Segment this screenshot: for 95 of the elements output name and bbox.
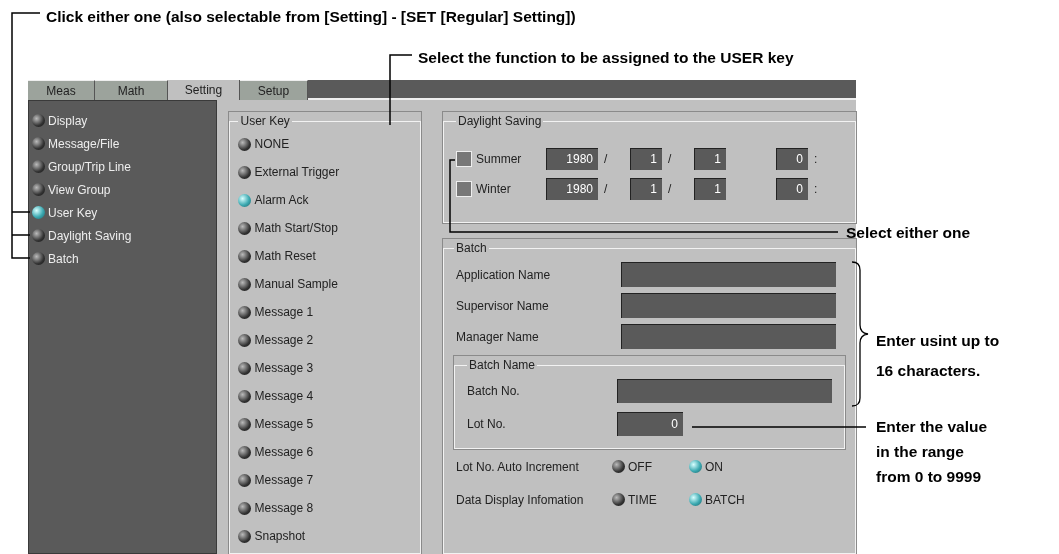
option-label[interactable]: Message 4 <box>254 387 314 405</box>
number-field[interactable]: 1 <box>630 178 662 200</box>
group-title: Daylight Saving <box>457 113 543 130</box>
number-field[interactable]: 0 <box>776 178 808 200</box>
tab[interactable]: Meas <box>28 80 95 100</box>
sidebar-item[interactable]: View Group <box>48 180 111 199</box>
radio-button[interactable] <box>32 114 45 127</box>
radio-label[interactable]: ON <box>705 457 723 476</box>
radio-button[interactable] <box>32 183 45 196</box>
radio-button[interactable] <box>238 361 252 375</box>
sidebar-item[interactable]: Daylight Saving <box>48 226 132 245</box>
annotation-text: Enter usint up to 16 characters. <box>876 331 1001 381</box>
radio-button[interactable] <box>238 529 252 543</box>
number-field[interactable]: 1 <box>694 148 726 170</box>
text-field[interactable] <box>621 262 836 287</box>
radio-button[interactable] <box>238 417 252 431</box>
separator-text: / <box>667 181 673 198</box>
radio-button[interactable] <box>238 333 252 347</box>
option-label: Lot No. Auto Increment <box>455 458 580 476</box>
radio-button[interactable] <box>32 206 45 219</box>
radio-button[interactable] <box>238 165 252 179</box>
radio-label[interactable]: TIME <box>628 490 657 509</box>
text-field[interactable]: 0 <box>617 411 683 436</box>
sidebar-item[interactable]: Message/File <box>48 134 120 153</box>
checkbox[interactable] <box>456 181 472 197</box>
option-label: Data Display Infomation <box>455 491 585 509</box>
radio-button[interactable] <box>32 229 45 242</box>
text-field[interactable] <box>621 293 836 318</box>
number-field[interactable]: 1 <box>694 178 726 200</box>
option-label[interactable]: Math Start/Stop <box>254 219 338 237</box>
number-field[interactable]: 0 <box>776 148 808 170</box>
radio-label[interactable]: BATCH <box>705 490 745 509</box>
radio-button[interactable] <box>32 137 45 150</box>
radio-button[interactable] <box>238 277 252 291</box>
option-label[interactable]: Snapshot <box>254 527 306 545</box>
checkbox-label[interactable]: Summer <box>476 150 546 168</box>
option-label[interactable]: Message 3 <box>254 359 314 377</box>
separator-text: / <box>667 151 673 168</box>
radio-button[interactable] <box>238 137 252 151</box>
option-label[interactable]: Alarm Ack <box>254 191 309 209</box>
option-label[interactable]: Message 6 <box>254 443 314 461</box>
field-label: Manager Name <box>455 328 540 346</box>
option-label[interactable]: Math Reset <box>254 247 316 265</box>
radio-button[interactable] <box>238 501 252 515</box>
checkbox-label[interactable]: Winter <box>476 180 546 198</box>
radio-button[interactable] <box>238 305 252 319</box>
separator-text: / <box>603 181 609 198</box>
group-title: Batch Name <box>468 357 537 374</box>
field-label: Application Name <box>455 266 552 284</box>
field-label: Lot No. <box>467 415 507 433</box>
number-field[interactable]: 1980 <box>546 178 598 200</box>
group-title: User Key <box>239 113 291 130</box>
radio-button[interactable] <box>238 445 252 459</box>
leader-line <box>389 54 413 126</box>
option-label[interactable]: Message 5 <box>254 415 314 433</box>
sidebar-item[interactable]: Group/Trip Line <box>48 157 131 176</box>
radio-button[interactable] <box>238 221 252 235</box>
annotation-text: Select either one <box>846 223 971 243</box>
radio-button[interactable] <box>238 473 252 487</box>
group-title: Batch <box>455 240 488 257</box>
sidebar-item[interactable]: User Key <box>48 203 98 222</box>
text-field[interactable] <box>621 324 836 349</box>
checkbox[interactable] <box>456 151 472 167</box>
radio-button[interactable] <box>689 460 702 473</box>
field-label: Batch No. <box>467 382 521 400</box>
radio-label[interactable]: OFF <box>628 457 652 476</box>
radio-button[interactable] <box>238 193 252 207</box>
option-label[interactable]: Message 7 <box>254 471 314 489</box>
radio-button[interactable] <box>612 460 625 473</box>
option-label[interactable]: Manual Sample <box>254 275 338 293</box>
annotation-text: Enter the value in the range from 0 to 9999 <box>876 417 989 487</box>
tab[interactable]: Setup <box>240 80 308 100</box>
radio-button[interactable] <box>612 493 625 506</box>
radio-button[interactable] <box>238 249 252 263</box>
radio-button[interactable] <box>32 252 45 265</box>
option-label[interactable]: Message 1 <box>254 303 314 321</box>
separator-text: : <box>813 181 819 198</box>
separator-text: / <box>603 151 609 168</box>
annotation-text: Click either one (also selectable from [Setting] - [SET [Regular] Setting]) <box>46 7 576 27</box>
sidebar-item[interactable]: Batch <box>48 249 79 268</box>
radio-button[interactable] <box>32 160 45 173</box>
text-field[interactable] <box>617 378 832 403</box>
tab[interactable]: Math <box>95 80 168 100</box>
field-label: Supervisor Name <box>455 297 550 315</box>
option-label[interactable]: NONE <box>254 135 290 153</box>
number-field[interactable]: 1 <box>630 148 662 170</box>
sidebar-item[interactable]: Display <box>48 111 88 130</box>
separator-text: : <box>813 151 819 168</box>
annotation-text: Select the function to be assigned to the USER key <box>418 48 794 68</box>
option-label[interactable]: Message 8 <box>254 499 314 517</box>
option-label[interactable]: External Trigger <box>254 163 340 181</box>
radio-button[interactable] <box>238 389 252 403</box>
radio-button[interactable] <box>689 493 702 506</box>
number-field[interactable]: 1980 <box>546 148 598 170</box>
option-label[interactable]: Message 2 <box>254 331 314 349</box>
